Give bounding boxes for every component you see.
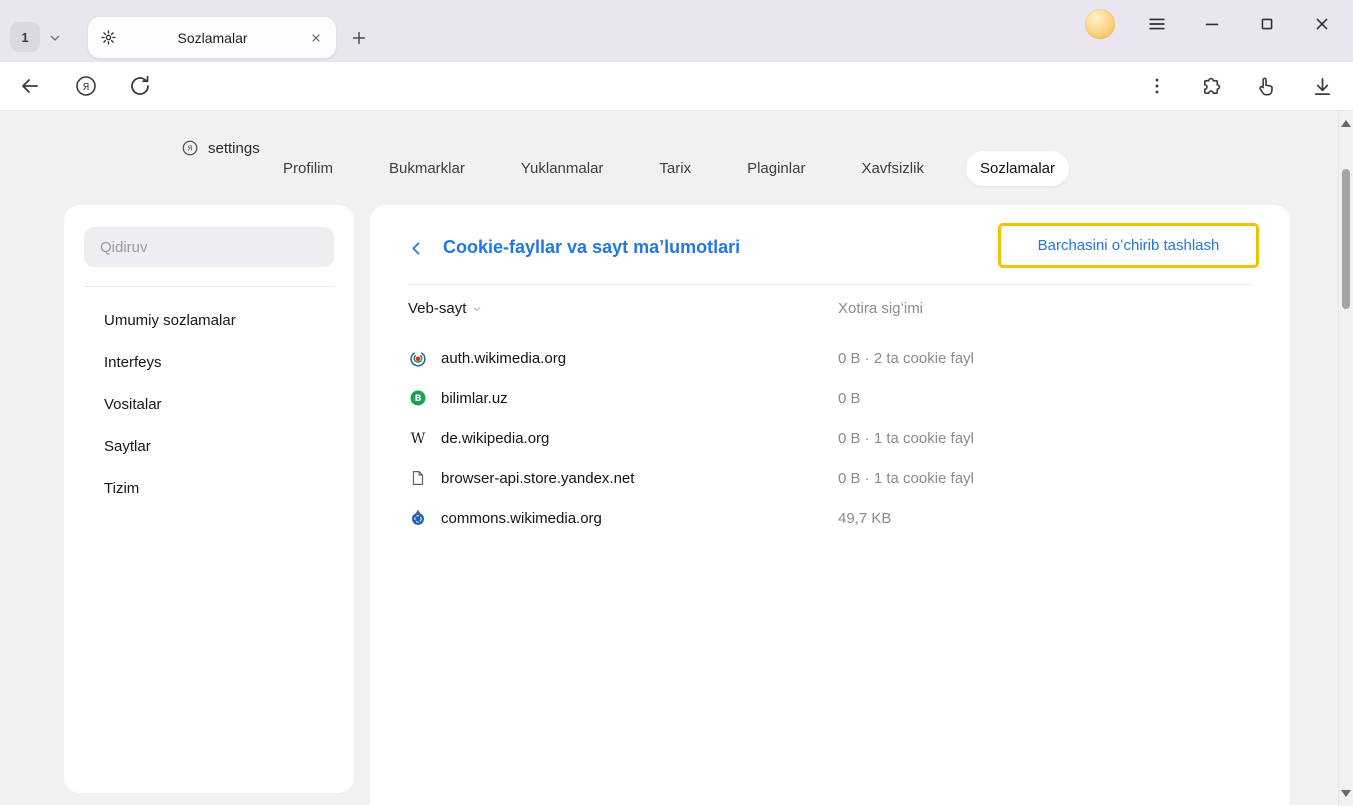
gear-icon <box>100 29 117 46</box>
extensions-puzzle-icon[interactable] <box>1198 73 1224 99</box>
yandex-logo-icon[interactable]: Я <box>73 73 99 99</box>
site-name: browser-api.store.yandex.net <box>441 470 634 487</box>
site-storage: 0 B · 1 ta cookie fayl <box>838 470 974 487</box>
site-name: commons.wikimedia.org <box>441 510 602 527</box>
sidebar-item[interactable]: Vositalar <box>64 384 354 426</box>
minimize-icon[interactable] <box>1199 11 1225 37</box>
tab-counter[interactable]: 1 <box>10 22 40 52</box>
site-list: auth.wikimedia.org 0 B · 2 ta cookie fayl… <box>408 338 1252 538</box>
svg-text:B: B <box>415 394 422 404</box>
sidebar-menu: Umumiy sozlamalarInterfeysVositalarSaytl… <box>64 300 354 510</box>
settings-sidebar: Umumiy sozlamalarInterfeysVositalarSaytl… <box>64 205 354 793</box>
svg-text:Я: Я <box>83 82 90 93</box>
site-name: auth.wikimedia.org <box>441 350 566 367</box>
column-site-label: Veb-sayt <box>408 300 466 317</box>
site-row[interactable]: commons.wikimedia.org 49,7 KB <box>408 498 1252 538</box>
wikimedia-favicon-icon <box>408 348 428 368</box>
download-icon[interactable] <box>1309 73 1335 99</box>
delete-all-button[interactable]: Barchasini oʻchirib tashlash <box>998 223 1259 268</box>
site-name: de.wikipedia.org <box>441 430 549 447</box>
panel-title: Cookie-fayllar va sayt ma’lumotlari <box>443 237 740 258</box>
delete-all-label: Barchasini oʻchirib tashlash <box>1038 237 1220 254</box>
table-header: Veb-sayt Xotira sigʻimi <box>408 300 1252 322</box>
sidebar-item[interactable]: Tizim <box>64 468 354 510</box>
column-storage: Xotira sigʻimi <box>838 300 923 317</box>
sidebar-divider <box>84 286 334 287</box>
nav-tab-plaginlar[interactable]: Plaginlar <box>733 151 819 186</box>
window-chrome: 1 Sozlamalar <box>0 0 1353 62</box>
nav-tab-xavfsizlik[interactable]: Xavfsizlik <box>847 151 938 186</box>
menu-icon[interactable] <box>1144 11 1170 37</box>
cookies-panel: Cookie-fayllar va sayt ma’lumotlari Barc… <box>370 205 1290 806</box>
document-favicon-icon <box>408 468 428 488</box>
browser-tab-settings[interactable]: Sozlamalar <box>88 17 336 58</box>
wikipedia-favicon-icon: W <box>408 428 428 448</box>
sidebar-item[interactable]: Interfeys <box>64 342 354 384</box>
settings-page: Profilim Bukmarklar Yuklanmalar Tarix Plagin… <box>0 110 1353 805</box>
svg-text:Я: Я <box>188 144 193 153</box>
scrollbar-thumb[interactable] <box>1342 169 1350 309</box>
site-row[interactable]: auth.wikimedia.org 0 B · 2 ta cookie fayl <box>408 338 1252 378</box>
site-name: bilimlar.uz <box>441 390 508 407</box>
address-favicon-icon: Я <box>181 139 199 157</box>
site-row[interactable]: Wde.wikipedia.org 0 B · 1 ta cookie fayl <box>408 418 1252 458</box>
tab-title: Sozlamalar <box>117 30 308 46</box>
nav-tab-yuklanmalar[interactable]: Yuklanmalar <box>507 151 618 186</box>
sidebar-item[interactable]: Saytlar <box>64 426 354 468</box>
profile-avatar[interactable] <box>1085 9 1115 39</box>
settings-nav: Profilim Bukmarklar Yuklanmalar Tarix Plagin… <box>0 149 1338 187</box>
settings-search-input[interactable] <box>84 227 334 267</box>
new-tab-button[interactable] <box>346 25 372 51</box>
navigation-toolbar: Я Я settings Sozlamalar <box>0 62 1353 110</box>
back-icon[interactable] <box>17 73 43 99</box>
site-storage: 49,7 KB <box>838 510 891 527</box>
column-site[interactable]: Veb-sayt <box>408 300 483 317</box>
site-storage: 0 B · 1 ta cookie fayl <box>838 430 974 447</box>
gesture-hand-icon[interactable] <box>1253 73 1279 99</box>
panel-back-icon[interactable] <box>406 238 426 258</box>
maximize-icon[interactable] <box>1254 11 1280 37</box>
tab-count-label: 1 <box>21 30 28 45</box>
tab-close-icon[interactable] <box>308 30 324 46</box>
kebab-menu-icon[interactable] <box>1144 73 1170 99</box>
site-storage: 0 B <box>838 390 861 407</box>
tab-list-chevron-icon[interactable] <box>47 30 63 46</box>
reload-icon[interactable] <box>127 73 153 99</box>
site-row[interactable]: browser-api.store.yandex.net 0 B · 1 ta c… <box>408 458 1252 498</box>
bilimlar-favicon-icon: B <box>408 388 428 408</box>
commons-favicon-icon <box>408 508 428 528</box>
window-close-icon[interactable] <box>1309 11 1335 37</box>
nav-tab-tarix[interactable]: Tarix <box>645 151 705 186</box>
site-storage: 0 B · 2 ta cookie fayl <box>838 350 974 367</box>
nav-tab-profilim[interactable]: Profilim <box>269 151 347 186</box>
sort-chevron-icon[interactable] <box>471 303 483 315</box>
page-scrollbar[interactable] <box>1338 111 1353 806</box>
scroll-up-icon[interactable] <box>1341 120 1351 127</box>
nav-tab-sozlamalar[interactable]: Sozlamalar <box>966 151 1069 186</box>
nav-tab-bukmarklar[interactable]: Bukmarklar <box>375 151 479 186</box>
address-value[interactable]: settings <box>208 140 260 157</box>
site-row[interactable]: Bbilimlar.uz 0 B <box>408 378 1252 418</box>
panel-divider <box>408 284 1252 285</box>
sidebar-item[interactable]: Umumiy sozlamalar <box>64 300 354 342</box>
scroll-down-icon[interactable] <box>1341 790 1351 797</box>
svg-text:W: W <box>411 431 426 447</box>
